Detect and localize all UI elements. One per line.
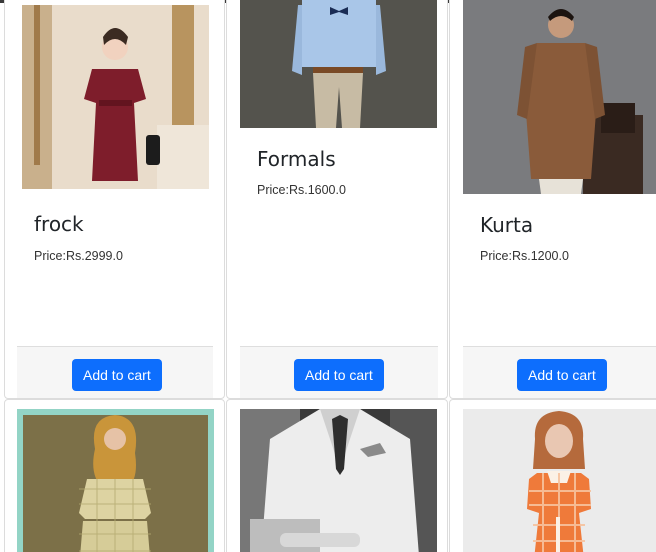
kurta-photo-icon [463,0,656,194]
product-price: Price:Rs.2999.0 [34,249,123,263]
product-card-gingham-dress [449,399,656,552]
white-suit-photo-icon [240,409,437,552]
product-card-kurta: Kurta Price:Rs.1200.0 Add to cart [449,0,656,399]
product-image-gingham-dress[interactable] [463,409,656,552]
frock-photo-icon [22,5,209,189]
product-card-plaid-set [4,399,225,552]
plaid-set-photo-icon [17,409,214,552]
product-card-white-suit [226,399,448,552]
product-card-formals: Formals Price:Rs.1600.0 Add to cart [226,0,448,399]
product-name: Kurta [480,213,534,237]
add-to-cart-button[interactable]: Add to cart [72,359,162,391]
formals-photo-icon [240,0,437,128]
product-name: frock [34,212,84,236]
product-image-frock[interactable] [22,5,209,189]
product-name: Formals [257,147,336,171]
product-image-plaid-set[interactable] [17,409,214,552]
product-image-formals[interactable] [240,0,437,128]
product-price: Price:Rs.1200.0 [480,249,569,263]
product-image-kurta[interactable] [463,0,656,194]
product-image-white-suit[interactable] [240,409,437,552]
add-to-cart-button[interactable]: Add to cart [517,359,607,391]
add-to-cart-button[interactable]: Add to cart [294,359,384,391]
gingham-dress-photo-icon [463,409,656,552]
product-price: Price:Rs.1600.0 [257,183,346,197]
product-card-frock: frock Price:Rs.2999.0 Add to cart [4,0,225,399]
